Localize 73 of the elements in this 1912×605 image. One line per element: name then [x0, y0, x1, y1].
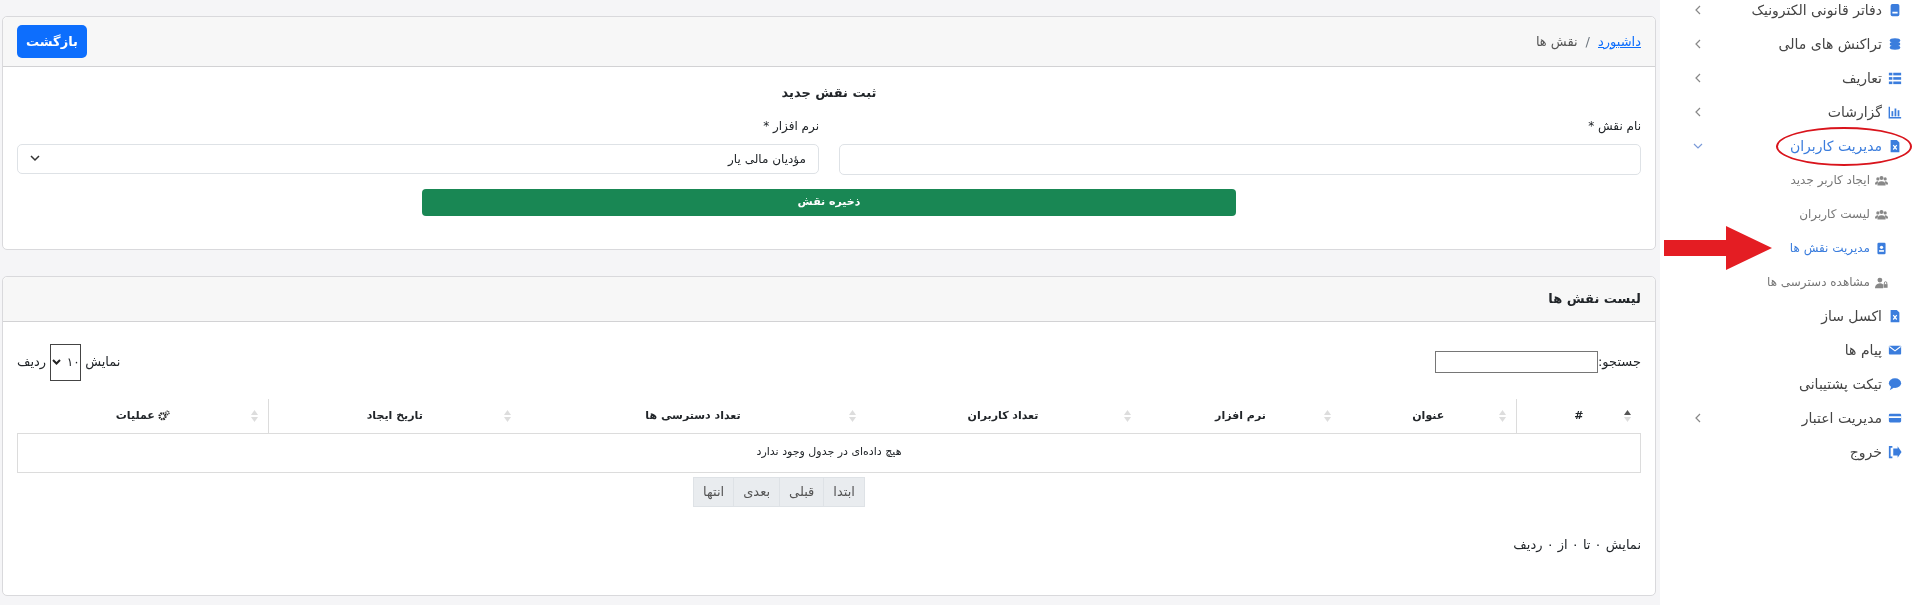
search-field[interactable] — [1434, 351, 1598, 373]
column-header[interactable]: تاریخ ایجاد — [366, 407, 423, 424]
card-title: لیست نقش ها — [1548, 290, 1641, 309]
sidebar-subitem[interactable]: لیست کاربران — [1660, 197, 1912, 231]
breadcrumb-current: نقش ها — [1535, 32, 1578, 52]
user-lock-icon — [1875, 275, 1888, 289]
sidebar-item[interactable]: مدیریت کاربران — [1660, 129, 1912, 163]
sidebar-subitem[interactable]: مدیریت نقش ها — [1660, 231, 1912, 265]
form-title: ثبت نقش جدید — [781, 84, 877, 102]
sign-out-icon — [1888, 445, 1902, 459]
chevron-left-icon — [1693, 39, 1703, 49]
sidebar-item[interactable]: تیکت پشتیبانی — [1660, 367, 1912, 401]
sort-ascending-icon[interactable] — [1623, 410, 1631, 422]
sort-icon[interactable] — [251, 410, 258, 422]
chevron-down-icon — [30, 155, 40, 162]
sidebar-subitem[interactable]: مشاهده دسترسی ها — [1660, 265, 1912, 299]
document-icon — [1888, 309, 1902, 323]
sidebar-item[interactable]: دفاتر قانونی الکترونیک — [1660, 0, 1912, 27]
chevron-left-icon — [1693, 413, 1703, 423]
chevron-left-icon — [1693, 107, 1703, 117]
length-label: نمایش — [85, 353, 121, 372]
sort-icon[interactable] — [1323, 410, 1331, 422]
field-label: نام نقش * — [1587, 117, 1641, 135]
users-icon — [1875, 173, 1888, 187]
coins-icon — [1888, 37, 1902, 51]
field-label: نرم افزار * — [762, 117, 819, 135]
sidebar-item[interactable]: اکسل ساز — [1660, 299, 1912, 333]
column-header[interactable]: تعداد کاربران — [967, 407, 1039, 424]
length-label: ردیف — [17, 353, 47, 372]
page-length-select[interactable]: ۱۰ — [50, 343, 82, 381]
id-badge-icon — [1875, 241, 1888, 255]
column-header[interactable]: نرم افزار — [1215, 407, 1266, 424]
pagination-button[interactable]: قبلی — [780, 477, 825, 506]
chevron-left-icon — [1693, 73, 1703, 83]
list-icon — [1888, 71, 1902, 85]
sort-icon[interactable] — [848, 410, 856, 422]
chevron-down-icon — [1693, 141, 1703, 151]
gears-icon — [157, 410, 170, 422]
column-header[interactable]: عملیات — [115, 407, 155, 424]
book-icon — [1888, 3, 1902, 17]
document-icon — [1888, 139, 1902, 153]
sidebar-item[interactable]: تراکنش های مالی — [1660, 27, 1912, 61]
save-button[interactable]: ذخیره نقش — [422, 188, 1236, 216]
pagination-button[interactable]: ابتدا — [824, 477, 864, 506]
pagination-button[interactable]: بعدی — [734, 477, 781, 506]
column-header[interactable]: # — [1574, 407, 1584, 424]
chevron-left-icon — [1693, 5, 1703, 15]
envelope-icon — [1888, 343, 1902, 357]
sidebar-item[interactable]: پیام ها — [1660, 333, 1912, 367]
breadcrumb-link[interactable]: داشبورد — [1598, 31, 1641, 52]
sidebar-subitem[interactable]: ایجاد کاربر جدید — [1660, 163, 1912, 197]
sort-icon[interactable] — [503, 410, 511, 422]
back-button[interactable]: بازگشت — [17, 25, 87, 58]
empty-table-message: هیچ داده‌ای در جدول وجود ندارد — [17, 433, 1641, 472]
column-header[interactable]: تعداد دسترسی ها — [645, 407, 741, 424]
sort-icon[interactable] — [1499, 410, 1506, 422]
sidebar-item[interactable]: مدیریت اعتبار — [1660, 401, 1912, 435]
table-info: نمایش ۰ تا ۰ از ۰ ردیف — [1512, 535, 1641, 554]
search-label: جستجو: — [1597, 353, 1641, 372]
users-icon — [1875, 207, 1888, 221]
text-field[interactable] — [839, 143, 1641, 175]
bar-chart-icon — [1888, 105, 1902, 119]
breadcrumb-separator: / — [1585, 32, 1590, 51]
software-select[interactable]: مؤدیان مالی یار — [17, 143, 819, 174]
chevron-down-icon — [51, 359, 61, 365]
speech-bubble-icon — [1888, 377, 1902, 391]
sidebar-item[interactable]: گزارشات — [1660, 95, 1912, 129]
sort-icon[interactable] — [1123, 410, 1131, 422]
credit-card-icon — [1888, 411, 1902, 425]
sidebar-item[interactable]: خروج — [1660, 435, 1912, 469]
sidebar-item[interactable]: تعاریف — [1660, 61, 1912, 95]
pagination-button[interactable]: انتها — [694, 477, 735, 506]
column-header[interactable]: عنوان — [1412, 407, 1445, 424]
